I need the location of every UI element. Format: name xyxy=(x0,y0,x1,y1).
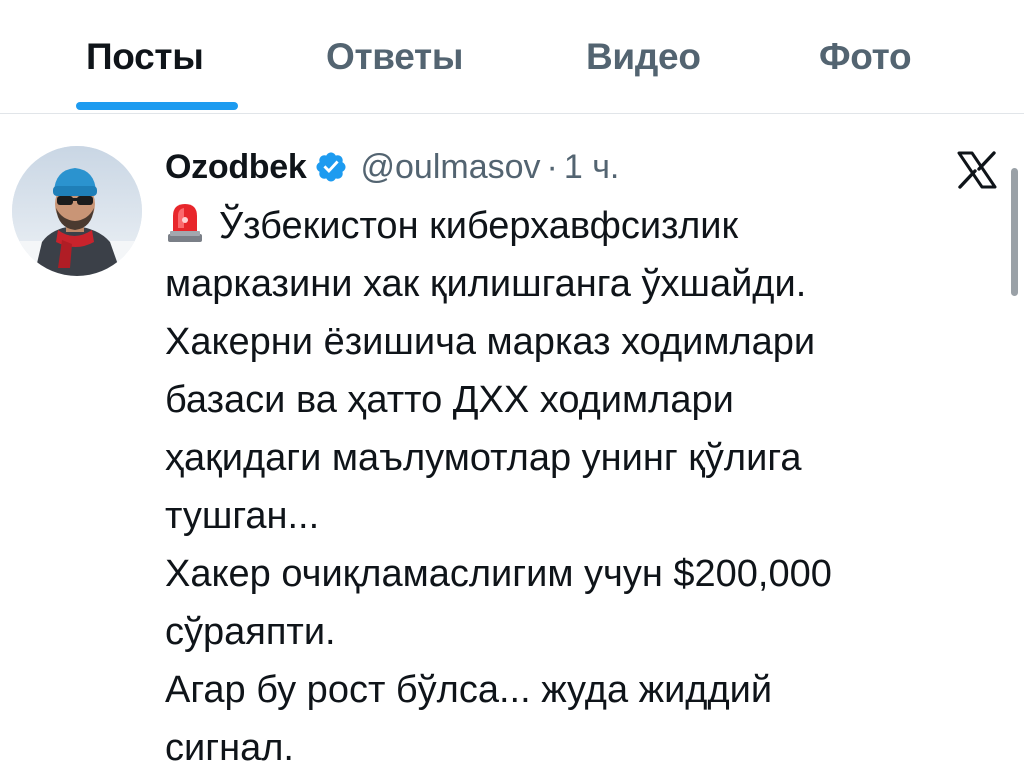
tweet-line-6: тушган... xyxy=(165,495,320,537)
siren-icon xyxy=(165,200,205,244)
profile-tabs: Посты Ответы Видео Фото xyxy=(0,0,1024,114)
avatar[interactable] xyxy=(12,146,142,276)
tab-photos[interactable]: Фото xyxy=(819,36,912,78)
x-logo-icon xyxy=(955,150,999,190)
tweet-line-text: Ўзбекистон киберхавфсизлик xyxy=(219,205,739,247)
tweet-line-8: сўраяпти. xyxy=(165,611,336,653)
tweet-body: Ўзбекистон киберхавфсизлик марказини хак… xyxy=(165,197,1005,777)
tab-videos[interactable]: Видео xyxy=(586,36,701,78)
tweet-line-5: ҳақидаги маълумотлар унинг қўлига xyxy=(165,437,802,479)
author-display-name[interactable]: Ozodbek xyxy=(165,148,307,187)
separator-dot: · xyxy=(546,147,558,186)
tweet-line-7: Хакер очиқламаслигим учун $200,000 xyxy=(165,553,832,595)
verified-badge-icon[interactable] xyxy=(314,150,348,184)
tab-replies[interactable]: Ответы xyxy=(326,36,463,78)
tweet-line-3: Хакерни ёзишича марказ ходимлари xyxy=(165,321,816,363)
tweet-header: Ozodbek @oulmasov · 1 ч. xyxy=(165,142,619,192)
tweet-line-4: базаси ва ҳатто ДХХ ходимлари xyxy=(165,379,734,421)
tweet-timestamp[interactable]: 1 ч. xyxy=(564,148,620,187)
scrollbar[interactable] xyxy=(1011,168,1018,296)
active-tab-indicator xyxy=(76,102,238,110)
tweet-line-10: сигнал. xyxy=(165,727,294,769)
tweet-line-1: Ўзбекистон киберхавфсизлик xyxy=(165,197,1005,255)
tweet-line-9: Агар бу рост бўлса... жуда жиддий xyxy=(165,669,773,711)
avatar-image xyxy=(12,146,142,276)
tab-posts[interactable]: Посты xyxy=(86,36,204,78)
tweet-line-2: марказини хак қилишганга ўхшайди. xyxy=(165,263,807,305)
author-handle[interactable]: @oulmasov xyxy=(360,148,540,187)
